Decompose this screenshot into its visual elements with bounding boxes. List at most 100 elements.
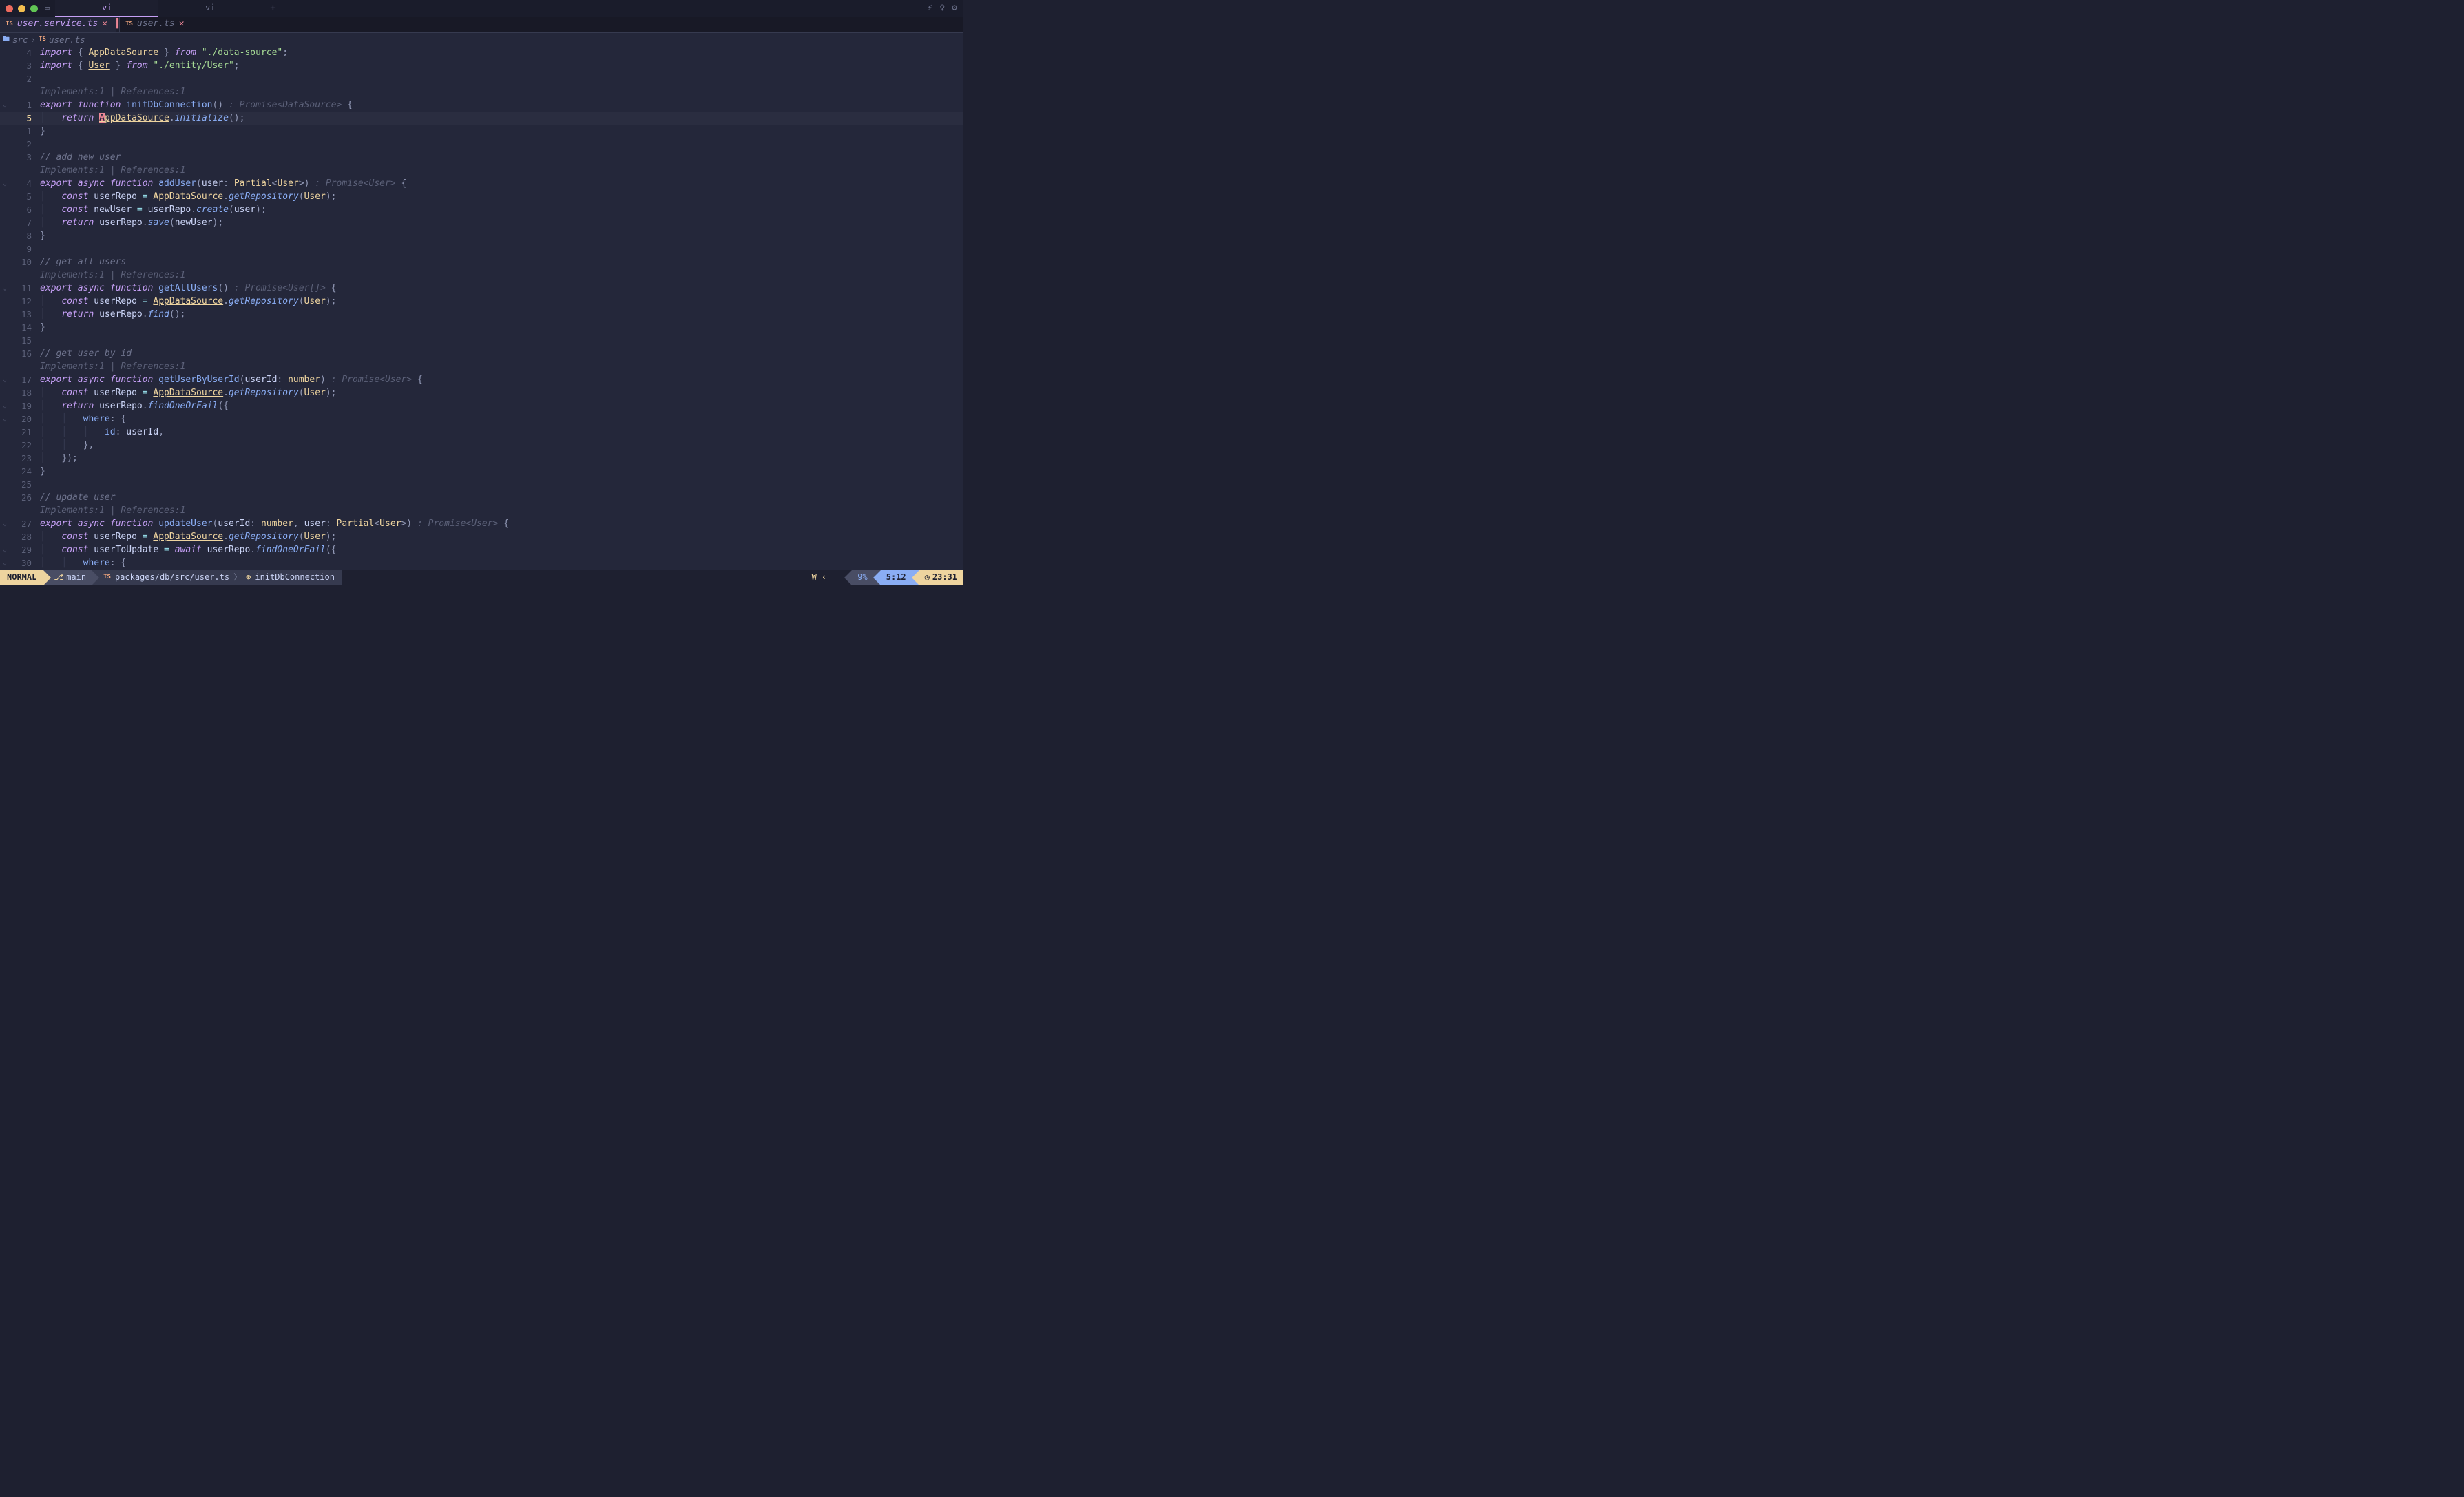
code-line[interactable]: ⌄27export async function updateUser(user…: [0, 518, 963, 531]
code-content[interactable]: export async function addUser(user: Part…: [37, 178, 406, 191]
code-line[interactable]: 23│ });: [0, 452, 963, 465]
fold-toggle[interactable]: ⌄: [0, 401, 10, 412]
close-icon[interactable]: ✕: [102, 18, 107, 31]
code-line[interactable]: 18│ const userRepo = AppDataSource.getRe…: [0, 387, 963, 400]
code-content[interactable]: │ │ where: {: [37, 413, 126, 426]
code-line[interactable]: 14}: [0, 322, 963, 335]
code-content[interactable]: │ });: [37, 452, 78, 465]
code-line[interactable]: Implements:1 | References:1: [0, 361, 963, 374]
code-line[interactable]: ⌄20│ │ where: {: [0, 413, 963, 426]
code-content[interactable]: Implements:1 | References:1: [37, 505, 185, 518]
code-line[interactable]: 8}: [0, 230, 963, 243]
code-content[interactable]: │ │ │ id: userId,: [37, 426, 164, 439]
code-content[interactable]: Implements:1 | References:1: [37, 165, 185, 178]
code-content[interactable]: │ const userRepo = AppDataSource.getRepo…: [37, 531, 337, 544]
code-content[interactable]: // add new user: [37, 151, 121, 165]
new-tab-button[interactable]: +: [270, 1, 275, 15]
code-content[interactable]: // get all users: [37, 256, 126, 269]
fold-toggle[interactable]: ⌄: [0, 545, 10, 556]
code-line[interactable]: 7│ return userRepo.save(newUser);: [0, 217, 963, 230]
code-line[interactable]: ⌄11export async function getAllUsers() :…: [0, 282, 963, 295]
code-line[interactable]: 9: [0, 243, 963, 256]
code-line[interactable]: 2: [0, 138, 963, 151]
code-line[interactable]: 24}: [0, 465, 963, 479]
maximize-window-button[interactable]: [30, 5, 38, 12]
editor-tab-user-service[interactable]: TS user.service.ts ✕: [0, 17, 116, 32]
code-line[interactable]: 16// get user by id: [0, 348, 963, 361]
code-content[interactable]: Implements:1 | References:1: [37, 269, 185, 282]
breadcrumb-file[interactable]: user.ts: [49, 34, 85, 46]
code-content[interactable]: │ const userRepo = AppDataSource.getRepo…: [37, 295, 337, 308]
code-line[interactable]: ⌄4export async function addUser(user: Pa…: [0, 178, 963, 191]
code-line[interactable]: 15: [0, 335, 963, 348]
code-content[interactable]: Implements:1 | References:1: [37, 361, 185, 374]
fold-toggle[interactable]: ⌄: [0, 558, 10, 569]
bolt-icon[interactable]: ⚡: [928, 2, 933, 15]
settings-icon[interactable]: ⚙: [952, 2, 957, 15]
code-editor[interactable]: 4import { AppDataSource } from "./data-s…: [0, 47, 963, 570]
close-icon[interactable]: ✕: [179, 18, 185, 31]
diagnostics-warning[interactable]: W ‹: [808, 572, 831, 583]
code-line[interactable]: 21│ │ │ id: userId,: [0, 426, 963, 439]
code-content[interactable]: │ │ },: [37, 439, 94, 452]
git-branch-segment[interactable]: ⎇ main: [51, 570, 92, 585]
code-content[interactable]: import { AppDataSource } from "./data-so…: [37, 47, 288, 60]
code-content[interactable]: }: [37, 230, 45, 243]
code-line[interactable]: ⌄1export function initDbConnection() : P…: [0, 99, 963, 112]
code-content[interactable]: export async function getAllUsers() : Pr…: [37, 282, 337, 295]
terminal-tab-2[interactable]: vi: [158, 0, 262, 17]
code-line[interactable]: 3// add new user: [0, 151, 963, 165]
fold-toggle[interactable]: ⌄: [0, 284, 10, 294]
code-line[interactable]: Implements:1 | References:1: [0, 165, 963, 178]
code-line[interactable]: 12│ const userRepo = AppDataSource.getRe…: [0, 295, 963, 308]
code-content[interactable]: }: [37, 125, 45, 138]
fold-toggle[interactable]: ⌄: [0, 519, 10, 530]
code-content[interactable]: │ return userRepo.findOneOrFail({: [37, 400, 229, 413]
code-content[interactable]: │ const userRepo = AppDataSource.getRepo…: [37, 191, 337, 204]
code-line[interactable]: 6│ const newUser = userRepo.create(user)…: [0, 204, 963, 217]
code-content[interactable]: }: [37, 322, 45, 335]
breadcrumb-root[interactable]: src: [12, 34, 28, 46]
code-content[interactable]: │ const userToUpdate = await userRepo.fi…: [37, 544, 337, 557]
minimize-window-button[interactable]: [18, 5, 25, 12]
close-window-button[interactable]: [6, 5, 13, 12]
code-content[interactable]: export async function updateUser(userId:…: [37, 518, 509, 531]
window-layout-icon[interactable]: ▭: [45, 2, 50, 14]
fold-toggle[interactable]: ⌄: [0, 375, 10, 386]
code-content[interactable]: export async function getUserByUserId(us…: [37, 374, 423, 387]
code-line[interactable]: 10// get all users: [0, 256, 963, 269]
code-content[interactable]: // get user by id: [37, 348, 132, 361]
code-line[interactable]: ⌄19│ return userRepo.findOneOrFail({: [0, 400, 963, 413]
code-line[interactable]: 26// update user: [0, 492, 963, 505]
code-content[interactable]: │ const newUser = userRepo.create(user);: [37, 204, 267, 217]
fold-toggle[interactable]: ⌄: [0, 415, 10, 425]
code-line[interactable]: 3import { User } from "./entity/User";: [0, 60, 963, 73]
code-line[interactable]: 1}: [0, 125, 963, 138]
code-line[interactable]: 25: [0, 479, 963, 492]
editor-tab-user[interactable]: TS user.ts ✕: [120, 17, 192, 32]
code-line[interactable]: Implements:1 | References:1: [0, 86, 963, 99]
code-content[interactable]: // update user: [37, 492, 116, 505]
code-content[interactable]: │ return userRepo.find();: [37, 308, 185, 322]
code-content[interactable]: import { User } from "./entity/User";: [37, 60, 240, 73]
code-content[interactable]: │ │ where: {: [37, 557, 126, 570]
code-line[interactable]: 5│ return AppDataSource.initialize();: [0, 112, 963, 125]
bulb-icon[interactable]: ♀: [939, 2, 945, 15]
code-line[interactable]: Implements:1 | References:1: [0, 269, 963, 282]
code-content[interactable]: │ return AppDataSource.initialize();: [37, 112, 244, 125]
code-content[interactable]: │ return userRepo.save(newUser);: [37, 217, 223, 230]
terminal-tab-1[interactable]: vi: [55, 0, 158, 17]
code-content[interactable]: export function initDbConnection() : Pro…: [37, 99, 353, 112]
code-content[interactable]: │ const userRepo = AppDataSource.getRepo…: [37, 387, 337, 400]
code-line[interactable]: Implements:1 | References:1: [0, 505, 963, 518]
code-line[interactable]: 22│ │ },: [0, 439, 963, 452]
fold-toggle[interactable]: ⌄: [0, 179, 10, 189]
code-line[interactable]: ⌄17export async function getUserByUserId…: [0, 374, 963, 387]
code-line[interactable]: 5│ const userRepo = AppDataSource.getRep…: [0, 191, 963, 204]
code-line[interactable]: 2: [0, 73, 963, 86]
code-line[interactable]: 4import { AppDataSource } from "./data-s…: [0, 47, 963, 60]
code-content[interactable]: Implements:1 | References:1: [37, 86, 185, 99]
fold-toggle[interactable]: ⌄: [0, 101, 10, 111]
code-line[interactable]: ⌄30│ │ where: {: [0, 557, 963, 570]
code-line[interactable]: ⌄29│ const userToUpdate = await userRepo…: [0, 544, 963, 557]
